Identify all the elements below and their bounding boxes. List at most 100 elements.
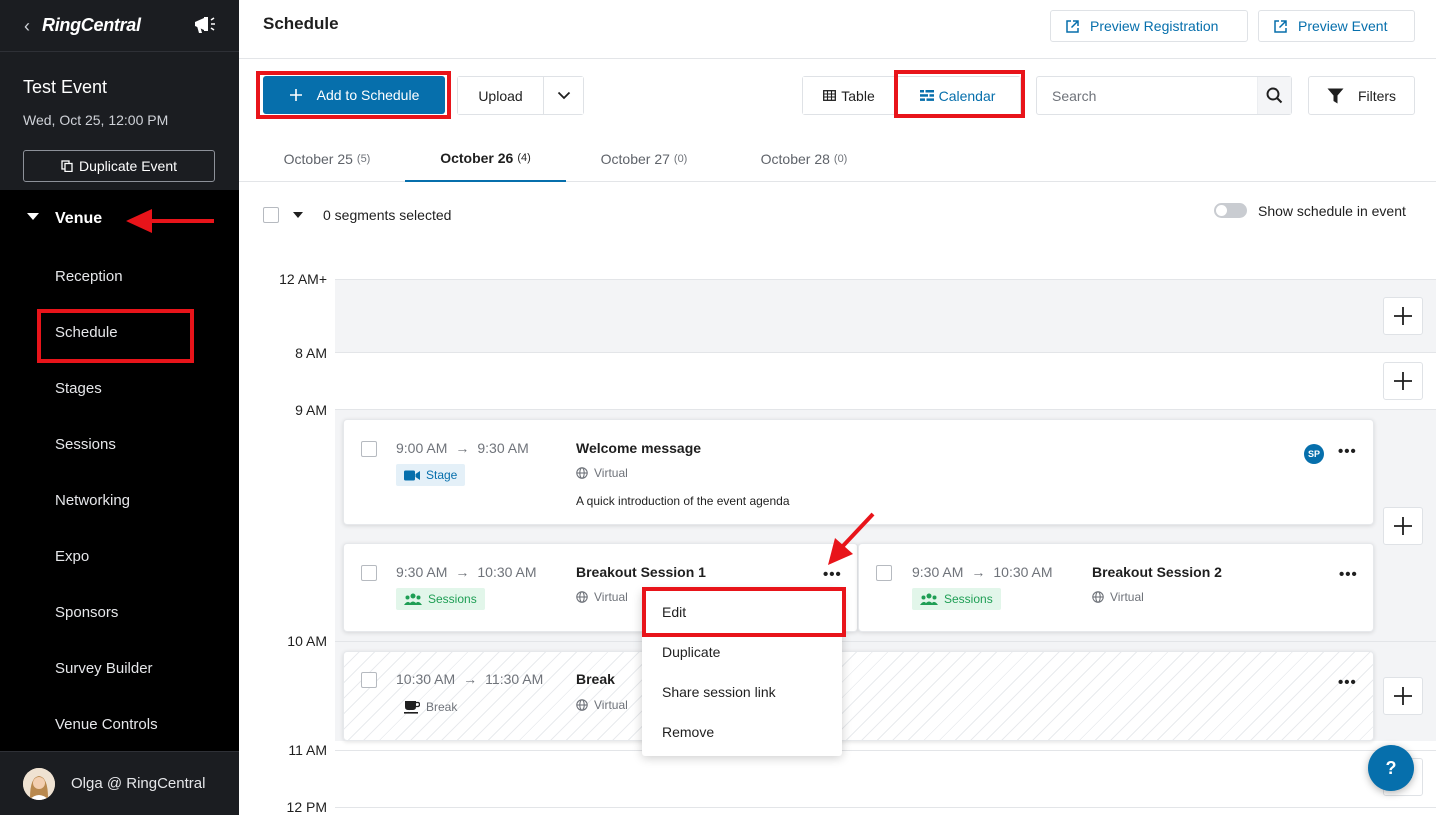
tab-october-26[interactable]: October 26 (4) — [405, 135, 566, 182]
table-view-label: Table — [841, 87, 875, 104]
people-group-icon — [404, 593, 422, 605]
date-tabs: October 25 (5) October 26 (4) October 27 (0… — [239, 135, 1436, 182]
logo-row: ‹ RingCentral — [0, 0, 239, 52]
megaphone-icon[interactable] — [192, 14, 216, 36]
hour-line — [335, 409, 1436, 410]
add-segment-button[interactable] — [1383, 362, 1423, 400]
segment-location: Virtual — [576, 590, 628, 604]
preview-registration-button[interactable]: Preview Registration — [1050, 10, 1248, 42]
coffee-cup-icon — [404, 701, 420, 714]
segment-checkbox[interactable] — [361, 565, 377, 581]
segment-checkbox[interactable] — [361, 441, 377, 457]
table-view-button[interactable]: Table — [803, 77, 895, 114]
event-name: Test Event — [23, 77, 108, 97]
help-button[interactable]: ? — [1368, 745, 1414, 791]
duplicate-event-label: Duplicate Event — [78, 158, 178, 174]
show-schedule-toggle[interactable] — [1214, 203, 1247, 218]
preview-event-button[interactable]: Preview Event — [1258, 10, 1415, 42]
tab-october-27[interactable]: October 27 (0) — [584, 135, 704, 182]
duplicate-event-button[interactable]: Duplicate Event — [23, 150, 215, 182]
search-input[interactable] — [1037, 77, 1257, 114]
segment-card-break[interactable]: 10:30 AM → 11:30 AM Break Break Virtual … — [343, 651, 1374, 741]
segment-more-options-button[interactable]: ••• — [1338, 674, 1357, 691]
segment-type-label: Stage — [426, 468, 458, 482]
filters-button[interactable]: Filters — [1308, 76, 1415, 115]
upload-button-group: Upload — [457, 76, 584, 115]
sidebar-item-expo[interactable]: Expo — [55, 548, 89, 565]
copy-icon — [61, 160, 73, 172]
external-link-icon — [1274, 19, 1287, 33]
segment-start: 9:00 AM — [396, 440, 448, 456]
user-footer[interactable]: Olga @ RingCentral — [0, 751, 239, 815]
tab-october-25[interactable]: October 25 (5) — [267, 135, 387, 182]
back-chevron-icon[interactable]: ‹ — [24, 16, 30, 37]
segment-checkbox[interactable] — [361, 672, 377, 688]
segment-time: 9:30 AM → 10:30 AM — [912, 564, 1053, 580]
segment-type-tag: Break — [396, 696, 465, 718]
hour-line — [335, 807, 1436, 808]
sidebar-item-networking[interactable]: Networking — [55, 492, 130, 509]
add-segment-button[interactable] — [1383, 507, 1423, 545]
globe-icon — [576, 467, 588, 479]
sidebar-item-survey-builder[interactable]: Survey Builder — [55, 660, 153, 677]
caret-down-icon — [27, 213, 39, 220]
video-camera-icon — [404, 470, 420, 480]
tab-count: (5) — [356, 152, 371, 165]
table-icon — [823, 90, 837, 101]
sidebar-item-venue-controls[interactable]: Venue Controls — [55, 716, 158, 733]
annotation-arrow-down-left-icon — [828, 512, 875, 565]
venue-label: Venue — [55, 210, 103, 227]
speaker-avatar-badge[interactable]: SP — [1304, 444, 1324, 464]
time-label: 8 AM — [295, 345, 327, 361]
menu-item-duplicate[interactable]: Duplicate — [642, 632, 842, 672]
upload-dropdown-button[interactable] — [544, 77, 583, 114]
sidebar-item-sessions[interactable]: Sessions — [55, 436, 116, 453]
segment-more-options-button[interactable]: ••• — [1339, 566, 1358, 583]
segment-start: 10:30 AM — [396, 671, 456, 687]
segment-checkbox[interactable] — [876, 565, 892, 581]
tab-label: October 25 — [283, 150, 353, 167]
segment-type-label: Sessions — [944, 592, 993, 606]
hour-line — [335, 279, 1436, 280]
app-root: ‹ RingCentral Test Event Wed, Oct 25, 12… — [0, 0, 1436, 815]
segment-title: Breakout Session 2 — [1092, 564, 1222, 580]
time-label: 12 PM — [286, 799, 327, 815]
upload-button[interactable]: Upload — [458, 77, 544, 114]
segment-start: 9:30 AM — [912, 564, 964, 580]
highlight-box-edit — [642, 587, 846, 637]
segment-description: A quick introduction of the event agenda — [576, 494, 790, 508]
sidebar-item-reception[interactable]: Reception — [55, 268, 123, 285]
tab-count: (0) — [673, 152, 688, 165]
sidebar-item-sponsors[interactable]: Sponsors — [55, 604, 118, 621]
select-all-checkbox[interactable] — [263, 207, 279, 223]
segment-type-label: Break — [426, 700, 458, 714]
tab-october-28[interactable]: October 28 (0) — [744, 135, 864, 182]
menu-item-share-session-link[interactable]: Share session link — [642, 672, 842, 712]
search-button[interactable] — [1257, 77, 1291, 114]
sidebar-item-stages[interactable]: Stages — [55, 380, 102, 397]
search-box — [1036, 76, 1292, 115]
show-schedule-label: Show schedule in event — [1258, 203, 1406, 219]
segment-card-breakout-session-2[interactable]: 9:30 AM → 10:30 AM Sessions Breakout Ses… — [858, 543, 1374, 632]
time-label: 10 AM — [287, 633, 327, 649]
globe-icon — [576, 699, 588, 711]
page-title: Schedule — [263, 14, 339, 33]
select-dropdown-caret-icon[interactable] — [293, 212, 303, 218]
segment-end: 9:30 AM — [477, 440, 529, 456]
segment-more-options-button[interactable]: ••• — [1338, 443, 1357, 460]
segment-title: Welcome message — [576, 440, 702, 456]
top-bar: Schedule Preview Registration Preview Ev… — [239, 0, 1436, 59]
sidebar: ‹ RingCentral Test Event Wed, Oct 25, 12… — [0, 0, 239, 815]
add-segment-button[interactable] — [1383, 297, 1423, 335]
search-icon — [1266, 87, 1283, 104]
add-segment-button[interactable] — [1383, 677, 1423, 715]
segment-end: 10:30 AM — [477, 564, 537, 580]
plus-icon — [1394, 372, 1412, 390]
tab-label: October 28 — [760, 150, 830, 167]
menu-item-remove[interactable]: Remove — [642, 712, 842, 752]
chevron-down-icon — [557, 91, 570, 100]
globe-icon — [576, 591, 588, 603]
user-name: Olga @ RingCentral — [71, 775, 206, 792]
hour-line — [335, 641, 1436, 642]
segment-title: Break — [576, 671, 615, 687]
